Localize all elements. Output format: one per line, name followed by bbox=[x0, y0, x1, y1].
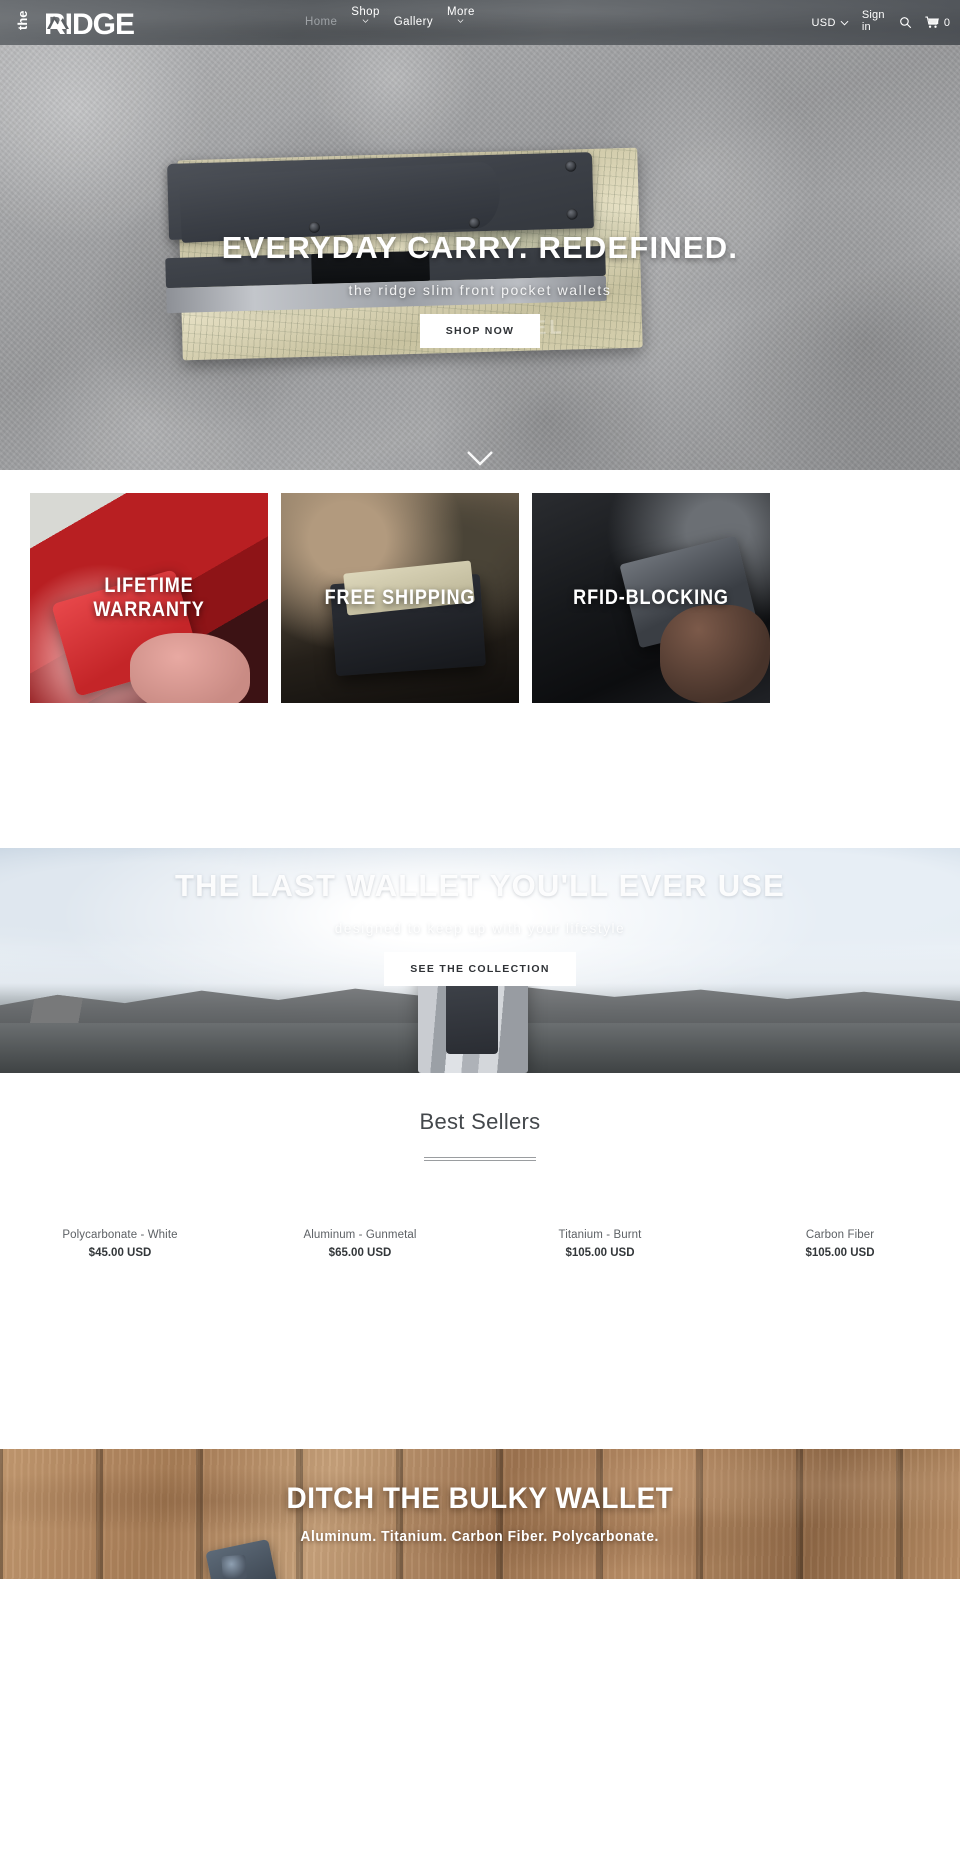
cart-count: 0 bbox=[943, 16, 950, 29]
tile-rfid-blocking[interactable]: RFID-BLOCKING bbox=[532, 493, 770, 703]
collection-banner: THE LAST WALLET YOU'LL EVER USE designed… bbox=[0, 848, 960, 1073]
best-sellers-title: Best Sellers bbox=[419, 1109, 541, 1134]
product-card[interactable]: Carbon Fiber $105.00 USD bbox=[720, 1195, 960, 1259]
tile-lifetime-warranty[interactable]: LIFETIME WARRANTY bbox=[30, 493, 268, 703]
product-name: Polycarbonate - White bbox=[62, 1229, 178, 1241]
nav-item-more[interactable]: More bbox=[446, 5, 475, 31]
product-card[interactable]: Polycarbonate - White $45.00 USD bbox=[0, 1195, 240, 1259]
tile-label: FREE SHIPPING bbox=[324, 586, 476, 609]
site-header: the RIDGE Home Shop Gallery More USD Sig… bbox=[0, 0, 960, 45]
scroll-down-button[interactable] bbox=[466, 450, 494, 470]
spacer-section bbox=[0, 703, 960, 848]
hero-subtitle: the ridge slim front pocket wallets bbox=[348, 282, 612, 298]
product-price: $65.00 USD bbox=[328, 1247, 392, 1259]
nav-label-more: More bbox=[446, 5, 475, 18]
product-grid: Polycarbonate - White $45.00 USD Aluminu… bbox=[0, 1161, 960, 1259]
product-image bbox=[720, 1195, 960, 1225]
spacer-section bbox=[0, 1259, 960, 1449]
nav-label-gallery: Gallery bbox=[393, 15, 433, 28]
product-price: $45.00 USD bbox=[88, 1247, 152, 1259]
materials-banner-subtitle: Aluminum. Titanium. Carbon Fiber. Polyca… bbox=[300, 1529, 660, 1545]
chevron-down-icon bbox=[467, 451, 493, 466]
product-image bbox=[480, 1195, 720, 1225]
best-sellers-section: Best Sellers Polycarbonate - White $45.0… bbox=[0, 1073, 960, 1259]
chevron-down-icon bbox=[457, 19, 464, 24]
nav-label-shop: Shop bbox=[351, 5, 380, 18]
chevron-down-icon bbox=[840, 20, 849, 26]
collection-banner-content: THE LAST WALLET YOU'LL EVER USE designed… bbox=[0, 848, 960, 1073]
main-navigation: Home Shop Gallery More bbox=[305, 0, 475, 45]
cart-button[interactable]: 0 bbox=[925, 16, 950, 29]
collection-banner-subtitle: designed to keep up with your lifestyle bbox=[334, 921, 626, 936]
currency-selector[interactable]: USD bbox=[811, 16, 849, 29]
nav-item-gallery[interactable]: Gallery bbox=[393, 15, 433, 29]
hero-content: EVERYDAY CARRY. REDEFINED. the ridge sli… bbox=[0, 45, 960, 470]
product-name: Carbon Fiber bbox=[805, 1229, 875, 1241]
see-the-collection-button[interactable]: SEE THE COLLECTION bbox=[384, 952, 576, 986]
hero-banner: TRAVEL EVERYDAY CARRY. REDEFINED. the ri… bbox=[0, 45, 960, 470]
materials-banner: DITCH THE BULKY WALLET Aluminum. Titaniu… bbox=[0, 1449, 960, 1579]
collection-banner-title: THE LAST WALLET YOU'LL EVER USE bbox=[174, 868, 786, 903]
product-name: Titanium - Burnt bbox=[558, 1229, 642, 1241]
product-card[interactable]: Titanium - Burnt $105.00 USD bbox=[480, 1195, 720, 1259]
shop-now-button[interactable]: SHOP NOW bbox=[419, 314, 541, 348]
feature-tiles: LIFETIME WARRANTY FREE SHIPPING RFID-BLO… bbox=[0, 470, 960, 703]
tile-label: LIFETIME WARRANTY bbox=[93, 574, 205, 621]
sign-in-link[interactable]: Sign in bbox=[862, 9, 886, 33]
currency-label: USD bbox=[811, 16, 836, 29]
nav-label-home: Home bbox=[305, 15, 338, 28]
nav-item-shop[interactable]: Shop bbox=[351, 5, 380, 31]
header-utilities: USD Sign in 0 bbox=[811, 0, 950, 45]
search-icon bbox=[900, 17, 912, 29]
tile-label: RFID-BLOCKING bbox=[573, 586, 729, 609]
product-price: $105.00 USD bbox=[805, 1247, 875, 1259]
search-button[interactable] bbox=[899, 16, 912, 29]
materials-banner-content: DITCH THE BULKY WALLET Aluminum. Titaniu… bbox=[0, 1449, 960, 1579]
product-image bbox=[240, 1195, 480, 1225]
product-card[interactable]: Aluminum - Gunmetal $65.00 USD bbox=[240, 1195, 480, 1259]
product-image bbox=[0, 1195, 240, 1225]
site-logo[interactable]: the RIDGE bbox=[14, 4, 174, 40]
ridge-logo-icon: the RIDGE bbox=[15, 8, 135, 40]
product-price: $105.00 USD bbox=[565, 1247, 635, 1259]
tile-free-shipping[interactable]: FREE SHIPPING bbox=[281, 493, 519, 703]
chevron-down-icon bbox=[362, 19, 369, 24]
product-name: Aluminum - Gunmetal bbox=[303, 1229, 417, 1241]
cart-icon bbox=[925, 16, 939, 28]
materials-banner-title: DITCH THE BULKY WALLET bbox=[286, 1482, 674, 1515]
nav-item-home[interactable]: Home bbox=[305, 15, 338, 29]
hero-title: EVERYDAY CARRY. REDEFINED. bbox=[221, 230, 739, 265]
svg-text:the: the bbox=[15, 11, 30, 31]
